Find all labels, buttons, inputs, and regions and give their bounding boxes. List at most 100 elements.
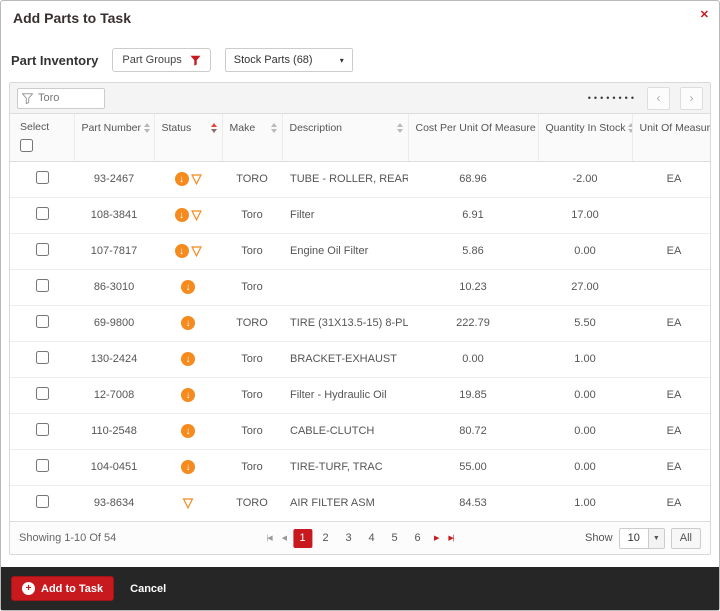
- table-row: 93-2467↓▽TOROTUBE - ROLLER, REAR68.96-2.…: [10, 161, 711, 197]
- cost-cell: 80.72: [408, 413, 538, 449]
- status-cell: ↓: [154, 269, 222, 305]
- search-box: [17, 88, 105, 109]
- select-cell: [10, 377, 74, 413]
- cost-cell: 10.23: [408, 269, 538, 305]
- header-row: Select Part Number Status Make Descripti…: [10, 114, 711, 161]
- uom-cell: EA: [632, 233, 711, 269]
- column-header-make[interactable]: Make: [222, 114, 282, 161]
- cost-cell: 84.53: [408, 485, 538, 521]
- part-number-cell: 12-7008: [74, 377, 154, 413]
- column-header-quantity[interactable]: Quantity In Stock: [538, 114, 632, 161]
- close-icon[interactable]: ✕: [700, 8, 709, 21]
- table-row: 104-0451↓ToroTIRE-TURF, TRAC55.000.00EA: [10, 449, 711, 485]
- status-cell: ↓▽: [154, 233, 222, 269]
- row-checkbox[interactable]: [36, 171, 49, 184]
- table-row: 110-2548↓ToroCABLE-CLUTCH80.720.00EA: [10, 413, 711, 449]
- section-title: Part Inventory: [11, 53, 98, 68]
- uom-cell: [632, 197, 711, 233]
- row-checkbox[interactable]: [36, 207, 49, 220]
- uom-cell: EA: [632, 449, 711, 485]
- row-checkbox[interactable]: [36, 387, 49, 400]
- sort-icon: [144, 123, 150, 133]
- select-all-checkbox[interactable]: [20, 139, 33, 152]
- page-size-value: 10: [620, 529, 648, 548]
- down-arrow-circle-icon: ↓: [181, 280, 195, 294]
- quantity-cell: 17.00: [538, 197, 632, 233]
- column-header-status[interactable]: Status: [154, 114, 222, 161]
- status-cell: ↓: [154, 413, 222, 449]
- page-button-6[interactable]: 6: [408, 529, 427, 548]
- row-checkbox[interactable]: [36, 315, 49, 328]
- sort-icon-active: [211, 123, 217, 133]
- description-cell: [282, 269, 408, 305]
- quantity-cell: -2.00: [538, 161, 632, 197]
- sort-icon: [271, 123, 277, 133]
- status-cell: ↓: [154, 449, 222, 485]
- column-header-select: Select: [10, 114, 74, 161]
- uom-cell: [632, 341, 711, 377]
- add-to-task-button[interactable]: + Add to Task: [11, 576, 114, 601]
- page-size-dropdown[interactable]: 10 ▼: [619, 528, 665, 549]
- page-button-4[interactable]: 4: [362, 529, 381, 548]
- modal-header: Add Parts to Task ✕: [1, 1, 719, 34]
- select-cell: [10, 485, 74, 521]
- cost-cell: 222.79: [408, 305, 538, 341]
- row-checkbox[interactable]: [36, 495, 49, 508]
- make-cell: TORO: [222, 161, 282, 197]
- stock-parts-dropdown[interactable]: Stock Parts (68) ▾: [225, 48, 353, 72]
- row-checkbox[interactable]: [36, 279, 49, 292]
- select-cell: [10, 161, 74, 197]
- down-arrow-circle-icon: ↓: [175, 208, 189, 222]
- columns-prev-button[interactable]: ‹: [647, 87, 670, 110]
- prev-page-button[interactable]: ◀: [279, 531, 289, 545]
- warning-triangle-icon: ▽: [183, 495, 193, 510]
- grid-toolbar: •••••••• ‹ ›: [10, 83, 710, 114]
- description-cell: Engine Oil Filter: [282, 233, 408, 269]
- part-number-cell: 104-0451: [74, 449, 154, 485]
- filter-funnel-icon: [190, 55, 201, 66]
- description-cell: AIR FILTER ASM: [282, 485, 408, 521]
- first-page-button[interactable]: |◀: [263, 531, 274, 545]
- column-header-description[interactable]: Description: [282, 114, 408, 161]
- next-page-button[interactable]: ▶: [431, 531, 441, 545]
- cost-cell: 19.85: [408, 377, 538, 413]
- sort-icon: [628, 123, 631, 133]
- part-number-cell: 107-7817: [74, 233, 154, 269]
- pagination: |◀ ◀ 123456 ▶ ▶|: [263, 529, 456, 548]
- page-button-2[interactable]: 2: [316, 529, 335, 548]
- page-button-1[interactable]: 1: [293, 529, 312, 548]
- grid-footer: Showing 1-10 Of 54 |◀ ◀ 123456 ▶ ▶| Show…: [10, 521, 710, 554]
- quantity-cell: 1.00: [538, 485, 632, 521]
- page-button-3[interactable]: 3: [339, 529, 358, 548]
- down-arrow-circle-icon: ↓: [175, 172, 189, 186]
- table-row: 93-8634▽TOROAIR FILTER ASM84.531.00EA: [10, 485, 711, 521]
- down-arrow-circle-icon: ↓: [181, 352, 195, 366]
- column-header-uom[interactable]: Unit Of Measure: [632, 114, 711, 161]
- cost-cell: 55.00: [408, 449, 538, 485]
- cancel-button[interactable]: Cancel: [130, 583, 166, 595]
- cost-cell: 68.96: [408, 161, 538, 197]
- column-header-cost[interactable]: Cost Per Unit Of Measure: [408, 114, 538, 161]
- select-cell: [10, 269, 74, 305]
- all-button[interactable]: All: [671, 528, 701, 549]
- part-groups-button[interactable]: Part Groups: [112, 48, 210, 72]
- warning-triangle-icon: ▽: [192, 207, 202, 222]
- uom-cell: [632, 269, 711, 305]
- row-checkbox[interactable]: [36, 351, 49, 364]
- down-arrow-circle-icon: ↓: [181, 316, 195, 330]
- column-pager-dots[interactable]: ••••••••: [588, 93, 637, 103]
- column-header-part-number[interactable]: Part Number: [74, 114, 154, 161]
- select-cell: [10, 413, 74, 449]
- description-cell: TIRE (31X13.5-15) 8-PLY: [282, 305, 408, 341]
- cost-cell: 6.91: [408, 197, 538, 233]
- modal-title: Add Parts to Task: [13, 10, 131, 26]
- quantity-cell: 1.00: [538, 341, 632, 377]
- last-page-button[interactable]: ▶|: [445, 531, 456, 545]
- make-cell: Toro: [222, 377, 282, 413]
- page-button-5[interactable]: 5: [385, 529, 404, 548]
- columns-next-button[interactable]: ›: [680, 87, 703, 110]
- row-checkbox[interactable]: [36, 423, 49, 436]
- row-checkbox[interactable]: [36, 243, 49, 256]
- cost-cell: 0.00: [408, 341, 538, 377]
- row-checkbox[interactable]: [36, 459, 49, 472]
